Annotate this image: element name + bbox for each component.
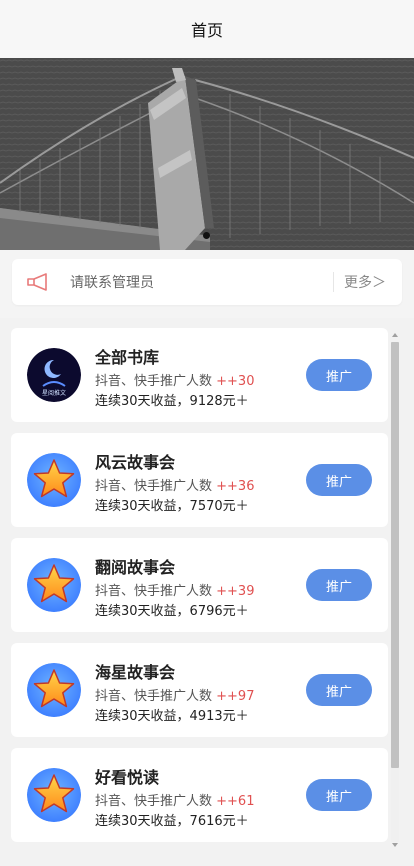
earnings-line: 连续30天收益，9128元＋: [95, 394, 249, 409]
promote-button[interactable]: 推广: [306, 359, 372, 391]
page-title: 首页: [190, 21, 223, 40]
platforms-label: 抖音、快手推广人数: [95, 479, 217, 494]
notice-text: 请联系管理员: [70, 275, 154, 291]
book-card[interactable]: 星阅推文 全部书库 抖音、快手推广人数 ++30 连续30天收益，9128元＋ …: [11, 328, 388, 422]
promote-button[interactable]: 推广: [306, 569, 372, 601]
book-avatar: [27, 768, 81, 822]
speaker-icon: [27, 273, 47, 291]
more-link[interactable]: 更多＞: [344, 272, 386, 292]
notice-bar[interactable]: 请联系管理员 更多＞: [12, 259, 402, 305]
promoter-count: ++39: [216, 584, 255, 599]
platforms-label: 抖音、快手推广人数: [95, 374, 217, 389]
promoter-count-line: 抖音、快手推广人数 ++61: [95, 790, 254, 809]
earnings-line: 连续30天收益，7570元＋: [95, 499, 249, 514]
platforms-label: 抖音、快手推广人数: [95, 689, 217, 704]
scrollbar[interactable]: [390, 330, 400, 850]
platforms-label: 抖音、快手推广人数: [95, 794, 217, 809]
scroll-thumb[interactable]: [391, 342, 399, 768]
star-icon: [27, 558, 81, 612]
book-avatar: [27, 558, 81, 612]
book-name: 翻阅故事会: [95, 558, 176, 577]
promoter-count-line: 抖音、快手推广人数 ++39: [95, 580, 254, 599]
book-card[interactable]: 好看悦读 抖音、快手推广人数 ++61 连续30天收益，7616元＋ 推广: [11, 748, 388, 842]
logo-text: 星阅推文: [42, 389, 66, 397]
earnings-line: 连续30天收益，4913元＋: [95, 709, 249, 724]
promoter-count: ++30: [216, 374, 255, 389]
platforms-label: 抖音、快手推广人数: [95, 584, 217, 599]
promoter-count-line: 抖音、快手推广人数 ++30: [95, 370, 254, 389]
promoter-count: ++61: [216, 794, 255, 809]
star-icon: [27, 453, 81, 507]
star-icon: [27, 768, 81, 822]
promoter-count: ++97: [216, 689, 255, 704]
book-card[interactable]: 风云故事会 抖音、快手推广人数 ++36 连续30天收益，7570元＋ 推广: [11, 433, 388, 527]
app-logo-icon: 星阅推文: [27, 348, 81, 402]
promoter-count-line: 抖音、快手推广人数 ++97: [95, 685, 254, 704]
promote-button[interactable]: 推广: [306, 779, 372, 811]
earnings-line: 连续30天收益，7616元＋: [95, 814, 249, 829]
book-name: 好看悦读: [95, 768, 160, 787]
scroll-up-arrow[interactable]: [392, 333, 398, 337]
promoter-count-line: 抖音、快手推广人数 ++36: [95, 475, 254, 494]
book-list[interactable]: 星阅推文 全部书库 抖音、快手推广人数 ++30 连续30天收益，9128元＋ …: [0, 318, 414, 866]
promoter-count: ++36: [216, 479, 255, 494]
book-name: 海星故事会: [95, 663, 176, 682]
carousel-indicator-dot[interactable]: [203, 232, 210, 239]
book-name: 全部书库: [95, 348, 160, 367]
book-card[interactable]: 海星故事会 抖音、快手推广人数 ++97 连续30天收益，4913元＋ 推广: [11, 643, 388, 737]
book-avatar: [27, 453, 81, 507]
scroll-down-arrow[interactable]: [392, 843, 398, 847]
book-card[interactable]: 翻阅故事会 抖音、快手推广人数 ++39 连续30天收益，6796元＋ 推广: [11, 538, 388, 632]
book-avatar: 星阅推文: [27, 348, 81, 402]
promote-button[interactable]: 推广: [306, 674, 372, 706]
earnings-line: 连续30天收益，6796元＋: [95, 604, 249, 619]
promote-button[interactable]: 推广: [306, 464, 372, 496]
bridge-photo: [0, 58, 414, 250]
banner-carousel[interactable]: [0, 58, 414, 250]
top-navbar: 首页: [0, 0, 414, 58]
book-name: 风云故事会: [95, 453, 176, 472]
divider: [333, 272, 334, 292]
star-icon: [27, 663, 81, 717]
book-avatar: [27, 663, 81, 717]
